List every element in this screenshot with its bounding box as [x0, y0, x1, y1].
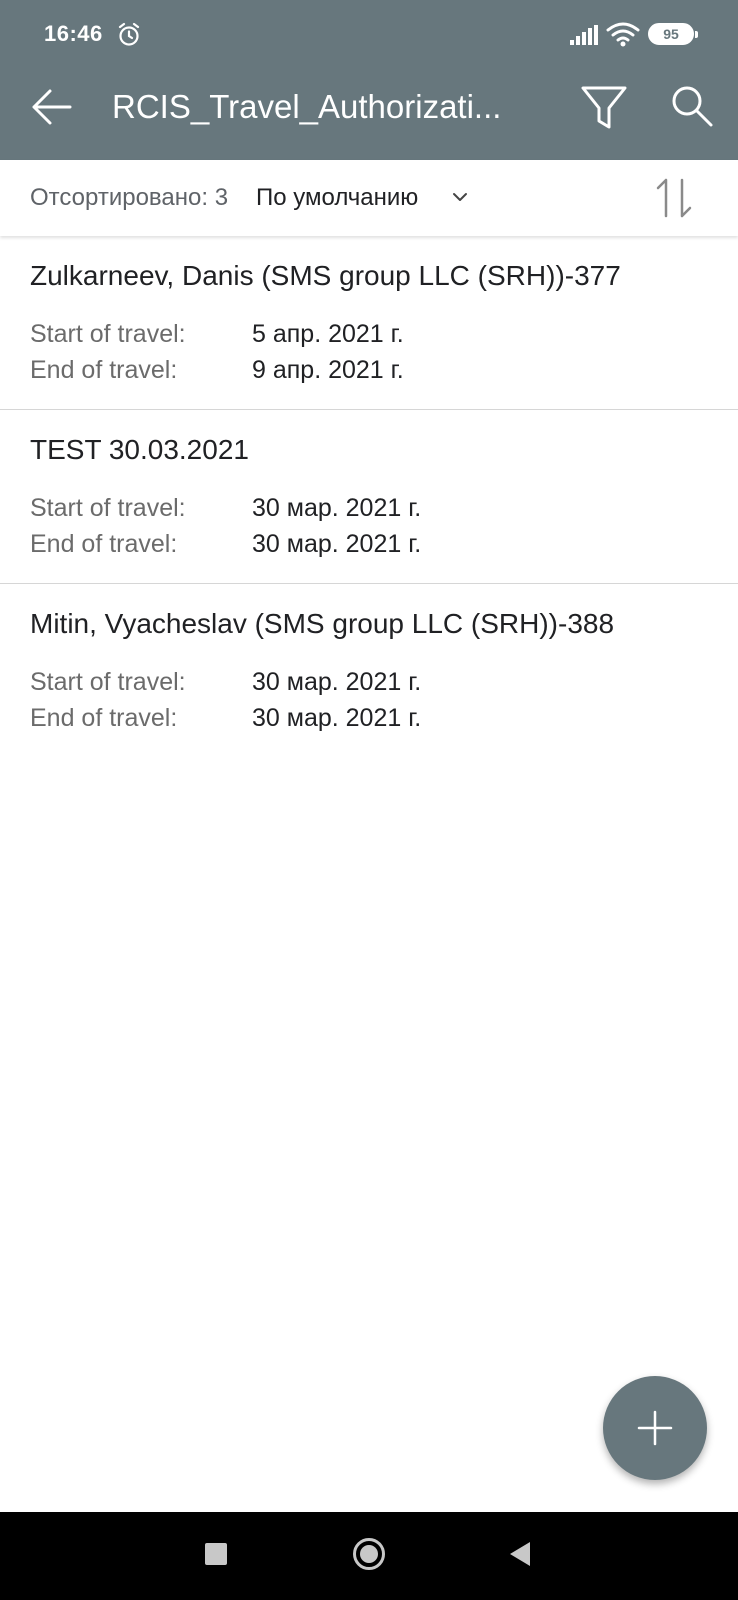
list-item[interactable]: Zulkarneev, Danis (SMS group LLC (SRH))-…	[0, 236, 738, 410]
item-title: TEST 30.03.2021	[30, 434, 249, 465]
alarm-icon	[118, 22, 140, 46]
sort-bar: Отсортировано: 3 По умолчанию	[0, 160, 738, 236]
list-item[interactable]: TEST 30.03.2021 Start of travel: 30 мар.…	[0, 410, 738, 584]
toolbar: RCIS_Travel_Authorizati...	[0, 70, 738, 160]
start-value: 30 мар. 2021 г.	[252, 668, 422, 696]
sort-count-label: Отсортировано: 3	[30, 184, 229, 211]
recents-square-icon[interactable]	[205, 1543, 227, 1565]
sort-order-icon[interactable]	[654, 176, 694, 220]
end-value: 9 апр. 2021 г.	[252, 356, 404, 384]
battery-icon: 95	[648, 23, 698, 45]
filter-icon[interactable]	[580, 85, 628, 131]
add-item-button[interactable]	[603, 1376, 707, 1480]
start-label: Start of travel:	[30, 494, 186, 522]
sort-dropdown[interactable]: По умолчанию	[256, 184, 418, 212]
status-bar: 16:46 95	[0, 0, 738, 70]
end-label: End of travel:	[30, 356, 178, 384]
start-label: Start of travel:	[30, 320, 186, 348]
item-title: Mitin, Vyacheslav (SMS group LLC (SRH))-…	[30, 608, 615, 639]
plus-icon	[637, 1410, 673, 1446]
end-value: 30 мар. 2021 г.	[252, 530, 422, 558]
app-bar: 16:46 95 RCIS_Travel_Authorizati...	[0, 0, 738, 160]
end-value: 30 мар. 2021 г.	[252, 704, 422, 732]
wifi-icon	[606, 22, 640, 47]
status-time: 16:46	[44, 21, 103, 46]
end-label: End of travel:	[30, 530, 178, 558]
list-item[interactable]: Mitin, Vyacheslav (SMS group LLC (SRH))-…	[0, 584, 738, 758]
page-title: RCIS_Travel_Authorizati...	[112, 88, 502, 125]
signal-icon	[570, 25, 598, 45]
end-label: End of travel:	[30, 704, 178, 732]
travel-list: Zulkarneev, Danis (SMS group LLC (SRH))-…	[0, 236, 738, 758]
start-label: Start of travel:	[30, 668, 186, 696]
item-title: Zulkarneev, Danis (SMS group LLC (SRH))-…	[30, 260, 621, 291]
start-value: 30 мар. 2021 г.	[252, 494, 422, 522]
chevron-down-icon[interactable]	[452, 191, 468, 203]
start-value: 5 апр. 2021 г.	[252, 320, 404, 348]
back-triangle-icon[interactable]	[508, 1540, 532, 1568]
back-arrow-icon[interactable]	[30, 87, 74, 127]
search-icon[interactable]	[670, 84, 714, 128]
system-nav-bar	[0, 1512, 738, 1600]
home-circle-icon[interactable]	[352, 1537, 386, 1571]
